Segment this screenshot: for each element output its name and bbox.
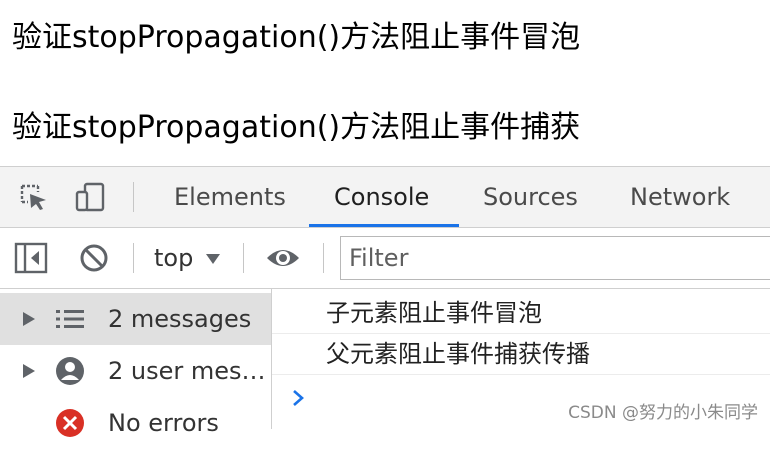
active-tab-indicator [309,224,459,227]
console-message-text: 子元素阻止事件冒泡 [326,299,542,327]
sidebar-item-label: No errors [108,409,219,437]
toolbar-divider [133,243,134,273]
clear-console-icon[interactable] [78,242,110,274]
console-sidebar: 2 messages 2 user mes… No errors [0,289,272,437]
sidebar-item-messages[interactable]: 2 messages [0,293,271,345]
sidebar-toggle-icon[interactable] [14,242,48,274]
tab-network[interactable]: Network [630,167,730,227]
watermark: CSDN @努力的小朱同学 [568,403,758,423]
page-text-capture: 验证stopPropagation()方法阻止事件捕获 [12,110,581,145]
devtools-panel: Elements Console Sources Network top Fil [0,166,770,437]
console-toolbar: top Filter [0,228,770,289]
sidebar-item-label: 2 user mes… [108,357,266,385]
error-icon [56,409,84,437]
user-icon [56,357,84,385]
list-icon [56,310,84,328]
expand-arrow-icon[interactable] [23,312,35,326]
console-message-text: 父元素阻止事件捕获传播 [326,340,590,368]
toolbar-divider [323,243,324,273]
device-toggle-icon[interactable] [73,180,107,214]
chevron-down-icon[interactable] [206,254,220,264]
page-text-bubble: 验证stopPropagation()方法阻止事件冒泡 [12,20,581,55]
tab-sources[interactable]: Sources [483,167,578,227]
sidebar-item-errors[interactable]: No errors [0,397,271,449]
toolbar-divider [133,182,134,212]
sidebar-item-user-messages[interactable]: 2 user mes… [0,345,271,397]
sidebar-item-label: 2 messages [108,305,252,333]
filter-input[interactable]: Filter [340,236,770,280]
toolbar-divider [243,243,244,273]
expand-arrow-icon[interactable] [23,364,35,378]
filter-placeholder: Filter [349,244,409,272]
console-message: 父元素阻止事件捕获传播 [272,334,770,375]
console-prompt-icon[interactable] [292,389,304,407]
inspect-element-icon[interactable] [16,180,50,214]
console-message: 子元素阻止事件冒泡 [272,293,770,334]
tab-console[interactable]: Console [334,167,429,227]
devtools-tab-bar: Elements Console Sources Network [0,167,770,228]
context-selector[interactable]: top [154,228,193,288]
tab-elements[interactable]: Elements [174,167,286,227]
eye-icon[interactable] [265,244,301,272]
